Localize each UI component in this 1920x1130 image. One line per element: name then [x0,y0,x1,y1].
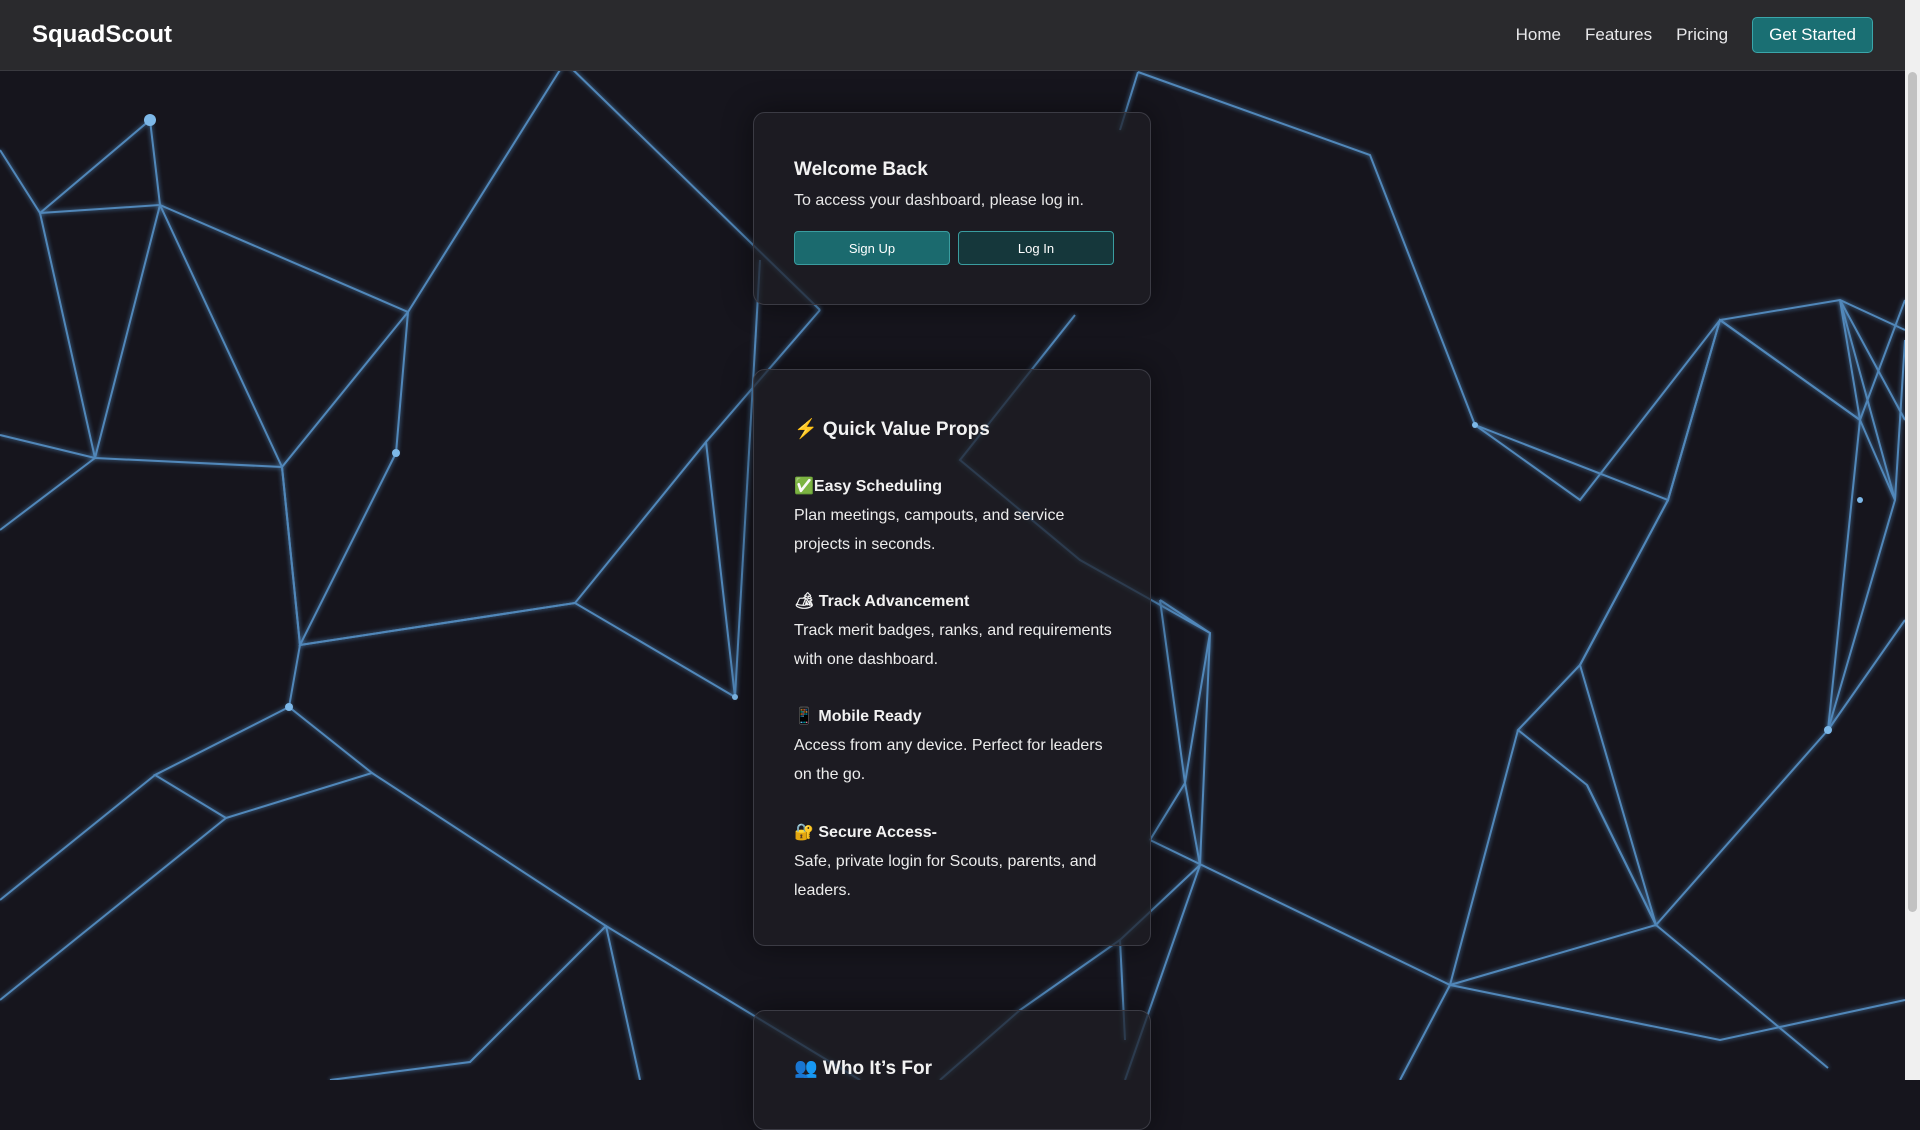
nav-pricing-link[interactable]: Pricing [1676,25,1728,45]
welcome-card: Welcome Back To access your dashboard, p… [753,112,1151,305]
value-props-title: ⚡ Quick Value Props [794,419,990,440]
sign-up-button[interactable]: Sign Up [794,231,950,265]
vertical-scrollbar[interactable] [1905,0,1920,1080]
who-its-for-title: 👥 Who It’s For [794,1058,932,1079]
feature-item: 🏕 Track Advancement Track merit badges, … [794,591,1114,674]
feature-description: Access from any device. Perfect for lead… [794,737,1103,783]
value-props-card: ⚡ Quick Value Props ✅Easy Scheduling Pla… [753,369,1151,946]
scrollbar-thumb[interactable] [1908,72,1917,912]
feature-item: 📱 Mobile Ready Access from any device. P… [794,706,1114,789]
main-nav: Home Features Pricing Get Started [1492,0,1873,70]
nav-home-link[interactable]: Home [1516,25,1561,45]
get-started-button[interactable]: Get Started [1752,17,1873,53]
feature-title: ✅Easy Scheduling [794,478,942,495]
feature-description: Track merit badges, ranks, and requireme… [794,622,1112,668]
brand-logo[interactable]: SquadScout [32,0,172,70]
welcome-subtitle: To access your dashboard, please log in. [794,192,1084,209]
feature-title: 🏕 Track Advancement [794,593,970,610]
log-in-button[interactable]: Log In [958,231,1114,265]
welcome-title: Welcome Back [794,159,928,180]
feature-title: 🔐 Secure Access- [794,824,937,841]
nav-features-link[interactable]: Features [1585,25,1652,45]
feature-item: 🔐 Secure Access- Safe, private login for… [794,822,1114,905]
feature-item: ✅Easy Scheduling Plan meetings, campouts… [794,476,1114,559]
auth-buttons: Sign Up Log In [794,231,1114,265]
feature-description: Safe, private login for Scouts, parents,… [794,853,1097,899]
feature-title: 📱 Mobile Ready [794,708,922,725]
feature-description: Plan meetings, campouts, and service pro… [794,507,1065,553]
who-its-for-card: 👥 Who It’s For [753,1010,1151,1130]
top-navbar: SquadScout Home Features Pricing Get Sta… [0,0,1905,71]
